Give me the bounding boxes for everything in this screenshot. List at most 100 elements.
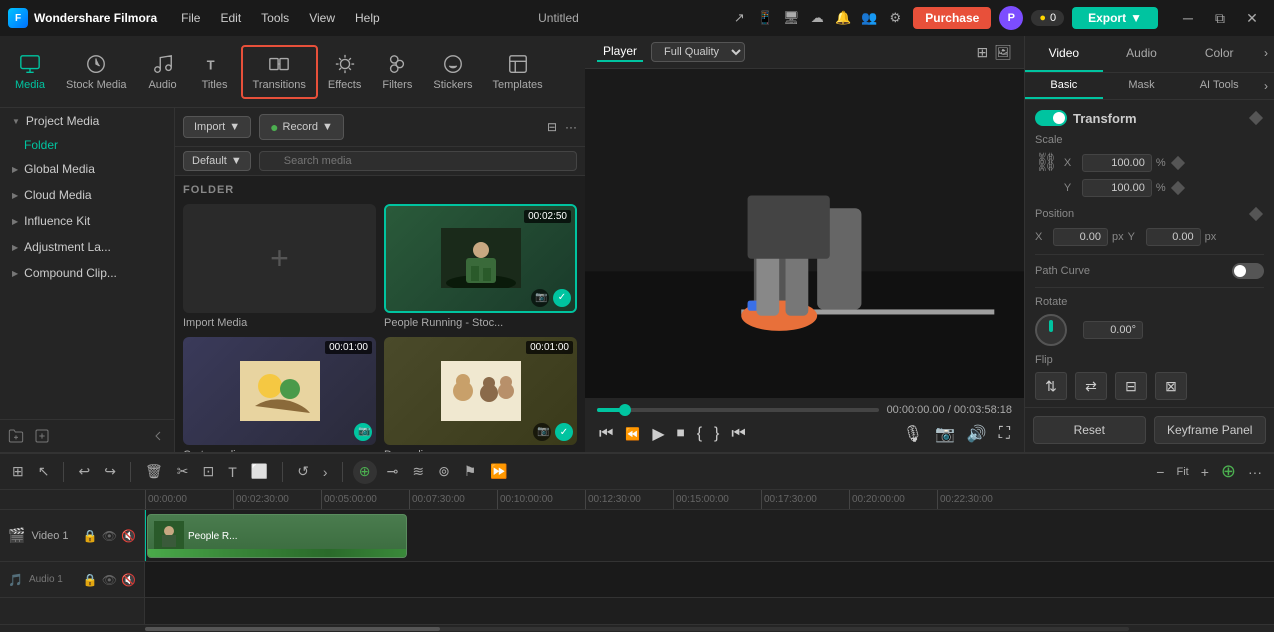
transform-toggle[interactable] — [1035, 110, 1067, 126]
quality-select[interactable]: Full Quality — [651, 42, 745, 62]
prev-mark-button[interactable]: ⏮ — [729, 423, 747, 445]
toolbar-media[interactable]: Media — [4, 47, 56, 97]
tab-color[interactable]: Color — [1180, 36, 1258, 72]
pos-y-input[interactable] — [1146, 228, 1201, 246]
rotate-dial[interactable] — [1035, 314, 1067, 346]
sidebar-item-influence-kit[interactable]: ▶ Influence Kit — [0, 208, 174, 234]
layout-button[interactable]: ⊞ — [8, 460, 28, 483]
sidebar-item-compound[interactable]: ▶ Compound Clip... — [0, 260, 174, 286]
shape-button[interactable]: ⬜ — [247, 460, 272, 483]
scale-x-diamond[interactable] — [1170, 155, 1186, 171]
menu-help[interactable]: Help — [347, 9, 388, 27]
zoom-fit-button[interactable]: Fit — [1172, 463, 1192, 481]
clip-mode-button[interactable]: ⊚ — [434, 460, 454, 483]
more-tl-button[interactable]: › — [319, 461, 332, 483]
flip-v-button[interactable]: ⇅ — [1035, 372, 1067, 400]
media-icon[interactable]: 🖥 — [781, 8, 801, 28]
mirror-v-button[interactable]: ⊟ — [1115, 372, 1147, 400]
toolbar-audio[interactable]: Audio — [137, 47, 189, 97]
track-eye-icon-a[interactable]: 👁 — [102, 573, 117, 587]
rotate-input[interactable] — [1083, 321, 1143, 339]
speed-button[interactable]: ⏩ — [486, 460, 511, 483]
sidebar-item-project-media[interactable]: ▼ Project Media — [0, 108, 174, 134]
tab-more[interactable]: › — [1258, 36, 1274, 72]
image-icon[interactable]: 🖼 — [994, 44, 1012, 61]
audio-button[interactable]: 🔊 — [965, 422, 989, 446]
scrollbar-track[interactable] — [145, 627, 1129, 631]
path-curve-toggle[interactable] — [1232, 263, 1264, 279]
filter-button[interactable]: ⊟ — [547, 120, 557, 134]
import-thumb[interactable]: + — [183, 204, 376, 313]
reset-button[interactable]: Reset — [1033, 416, 1146, 444]
select-button[interactable]: ↖ — [34, 460, 54, 483]
audio-stretch-button[interactable]: ≋ — [408, 460, 428, 483]
toolbar-stickers[interactable]: Stickers — [423, 47, 482, 97]
toolbar-templates[interactable]: Templates — [482, 47, 552, 97]
collapse-icon[interactable] — [146, 424, 170, 448]
sidebar-item-cloud-media[interactable]: ▶ Cloud Media — [0, 182, 174, 208]
transform-diamond[interactable] — [1248, 110, 1264, 126]
track-lock-icon[interactable]: 🔒 — [83, 529, 98, 543]
share-icon[interactable]: ↗ — [729, 8, 749, 28]
keyframe-panel-button[interactable]: Keyframe Panel — [1154, 416, 1267, 444]
track-eye-icon[interactable]: 👁 — [102, 529, 117, 543]
record-button[interactable]: ● Record ▼ — [259, 114, 344, 140]
seekbar-track[interactable] — [597, 408, 879, 412]
reverse-button[interactable]: ↺ — [293, 460, 313, 483]
pos-x-input[interactable] — [1053, 228, 1108, 246]
stop-button[interactable]: ⏹ — [675, 423, 687, 445]
fullscreen-button[interactable]: ⛶ — [997, 423, 1012, 445]
seekbar-thumb[interactable] — [619, 404, 631, 416]
dogs-thumb[interactable]: 00:01:00 📷 ↓ ✓ — [384, 337, 577, 446]
scale-y-input[interactable] — [1082, 179, 1152, 197]
ripple-button[interactable]: ⊸ — [383, 460, 403, 483]
crop-button[interactable]: ⊡ — [198, 460, 218, 483]
undo-button[interactable]: ↩ — [74, 460, 94, 483]
search-input[interactable] — [259, 151, 577, 171]
avatar[interactable]: P — [999, 6, 1023, 30]
voiceover-button[interactable]: 🎙 — [901, 422, 925, 446]
flip-h-button[interactable]: ⇄ — [1075, 372, 1107, 400]
scale-x-input[interactable] — [1082, 154, 1152, 172]
close-button[interactable]: ✕ — [1238, 8, 1266, 28]
delete-button[interactable]: 🗑 — [141, 460, 167, 483]
people-icon[interactable]: 👥 — [859, 8, 879, 28]
scrollbar-thumb[interactable] — [145, 627, 440, 631]
import-button[interactable]: Import ▼ — [183, 116, 251, 138]
sort-dropdown[interactable]: Default ▼ — [183, 151, 251, 171]
redo-button[interactable]: ↪ — [100, 460, 120, 483]
sidebar-folder-item[interactable]: Folder — [0, 134, 174, 156]
menu-file[interactable]: File — [173, 9, 208, 27]
menu-view[interactable]: View — [301, 9, 343, 27]
sub-tab-mask[interactable]: Mask — [1103, 73, 1181, 99]
add-track-button[interactable]: ⊕ — [1217, 458, 1240, 485]
tl-settings-button[interactable]: ··· — [1244, 461, 1266, 483]
device-icon[interactable]: 📱 — [755, 8, 775, 28]
toolbar-transitions[interactable]: Transitions — [241, 45, 318, 99]
sub-tab-basic[interactable]: Basic — [1025, 73, 1103, 99]
cartoon-thumb[interactable]: 00:01:00 📷 ✓ — [183, 337, 376, 446]
restore-button[interactable]: ⧉ — [1206, 8, 1234, 28]
marker-button[interactable]: ⚑ — [460, 460, 481, 483]
position-diamond[interactable] — [1248, 206, 1264, 222]
menu-tools[interactable]: Tools — [253, 9, 297, 27]
snap-button[interactable]: ⊕ — [353, 460, 377, 484]
add-file-icon[interactable] — [30, 424, 54, 448]
running-thumb[interactable]: 00:02:50 📷 ↓ ✓ — [384, 204, 577, 313]
video-clip-running[interactable]: People R... — [147, 514, 407, 558]
tab-audio[interactable]: Audio — [1103, 36, 1181, 72]
mirror-h-button[interactable]: ⊠ — [1155, 372, 1187, 400]
minimize-button[interactable]: ─ — [1174, 8, 1202, 28]
toolbar-stock[interactable]: Stock Media — [56, 47, 137, 97]
settings-icon[interactable]: ⚙ — [885, 8, 905, 28]
zoom-out-button[interactable]: − — [1152, 461, 1168, 483]
grid-icon[interactable]: ⊞ — [976, 44, 988, 61]
track-lock-icon-a[interactable]: 🔒 — [83, 573, 98, 587]
cloud-icon[interactable]: ☁ — [807, 8, 827, 28]
skip-to-start-button[interactable]: ⏮ — [597, 423, 615, 445]
toolbar-effects[interactable]: Effects — [318, 47, 371, 97]
export-button[interactable]: Export ▼ — [1072, 7, 1158, 29]
menu-edit[interactable]: Edit — [212, 9, 249, 27]
snapshot-button[interactable]: 📷 — [933, 422, 957, 446]
mark-in-button[interactable]: { — [695, 423, 704, 445]
